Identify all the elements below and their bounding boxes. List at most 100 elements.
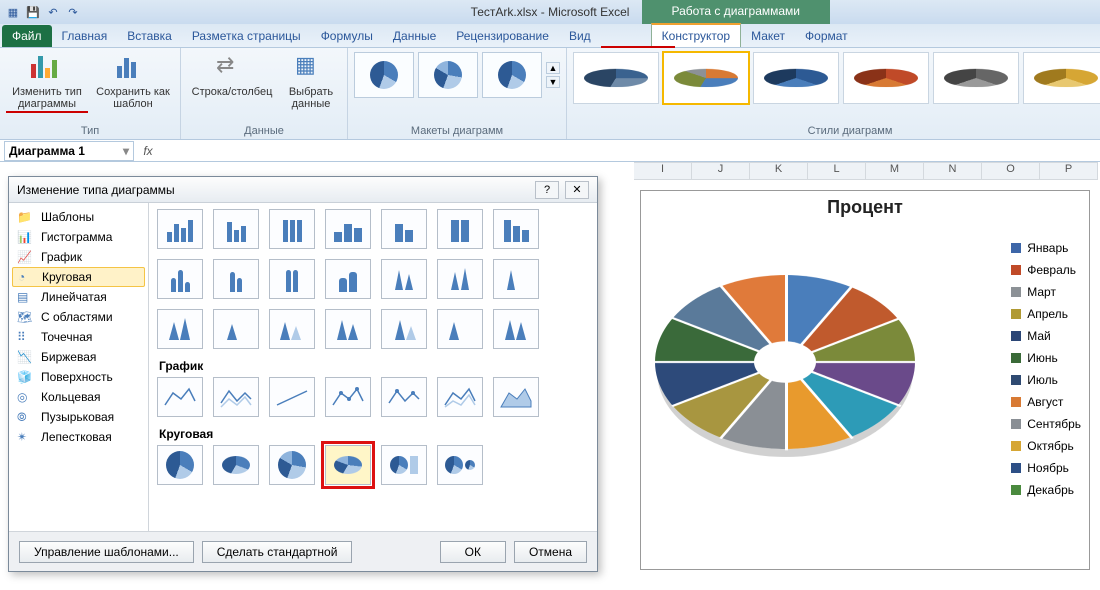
chart-cyl-2[interactable] — [213, 259, 259, 299]
chart-column-1[interactable] — [157, 209, 203, 249]
switch-row-col-button[interactable]: ⇄ Строка/столбец — [187, 52, 277, 110]
col-L[interactable]: L — [808, 162, 866, 180]
category-Шаблоны[interactable]: 📁Шаблоны — [9, 207, 148, 227]
style-thumb-6[interactable] — [1023, 52, 1100, 104]
chart-pie-6[interactable] — [437, 445, 483, 485]
chart-legend[interactable]: ЯнварьФевральМартАпрельМайИюньИюльАвгуст… — [1011, 241, 1081, 505]
tab-page-layout[interactable]: Разметка страницы — [182, 25, 311, 47]
layout-thumb-3[interactable] — [482, 52, 542, 98]
chart-pie-1[interactable] — [157, 445, 203, 485]
chart-cyl-1[interactable] — [157, 259, 203, 299]
category-Пузырьковая[interactable]: ⦾Пузырьковая — [9, 407, 148, 427]
chart-line-4[interactable] — [325, 377, 371, 417]
category-Линейчатая[interactable]: ▤Линейчатая — [9, 287, 148, 307]
chart-cyl-4[interactable] — [325, 259, 371, 299]
tab-data[interactable]: Данные — [383, 25, 446, 47]
undo-icon[interactable]: ↶ — [44, 3, 62, 21]
tab-layout[interactable]: Макет — [741, 25, 795, 47]
col-M[interactable]: M — [866, 162, 924, 180]
legend-item[interactable]: Август — [1011, 395, 1081, 409]
col-P[interactable]: P — [1040, 162, 1098, 180]
legend-item[interactable]: Апрель — [1011, 307, 1081, 321]
chart-pyr-3[interactable] — [269, 309, 315, 349]
chart-pie-2[interactable] — [213, 445, 259, 485]
chart-column-5[interactable] — [381, 209, 427, 249]
chart-column-2[interactable] — [213, 209, 259, 249]
layouts-scroll-down[interactable]: ▼ — [546, 76, 560, 88]
category-Гистограмма[interactable]: 📊Гистограмма — [9, 227, 148, 247]
col-N[interactable]: N — [924, 162, 982, 180]
close-button[interactable]: ✕ — [565, 181, 589, 199]
legend-item[interactable]: Сентябрь — [1011, 417, 1081, 431]
style-thumb-5[interactable] — [933, 52, 1019, 104]
chart-cone-1[interactable] — [381, 259, 427, 299]
legend-item[interactable]: Ноябрь — [1011, 461, 1081, 475]
chart-line-7[interactable] — [493, 377, 539, 417]
chart-cone-2[interactable] — [437, 259, 483, 299]
tab-formulas[interactable]: Формулы — [311, 25, 383, 47]
chart-pyr-5[interactable] — [381, 309, 427, 349]
chart-pyr-7[interactable] — [493, 309, 539, 349]
tab-insert[interactable]: Вставка — [117, 25, 182, 47]
legend-item[interactable]: Июнь — [1011, 351, 1081, 365]
select-data-button[interactable]: ▦ Выбрать данные — [281, 52, 341, 110]
tab-view[interactable]: Вид — [559, 25, 601, 47]
chart-pyr-2[interactable] — [213, 309, 259, 349]
tab-design[interactable]: Конструктор — [651, 23, 741, 47]
category-С областями[interactable]: 🗺С областями — [9, 307, 148, 327]
chart-line-5[interactable] — [381, 377, 427, 417]
chart-column-4[interactable] — [325, 209, 371, 249]
chart-pie-4-selected[interactable] — [325, 445, 371, 485]
category-Поверхность[interactable]: 🧊Поверхность — [9, 367, 148, 387]
chart-column-3[interactable] — [269, 209, 315, 249]
save-icon[interactable]: 💾 — [24, 3, 42, 21]
category-Биржевая[interactable]: 📉Биржевая — [9, 347, 148, 367]
category-График[interactable]: 📈График — [9, 247, 148, 267]
col-I[interactable]: I — [634, 162, 692, 180]
category-Точечная[interactable]: ⠿Точечная — [9, 327, 148, 347]
pie-chart[interactable] — [655, 232, 935, 512]
style-thumb-1[interactable] — [573, 52, 659, 104]
chart-pie-5[interactable] — [381, 445, 427, 485]
save-as-template-button[interactable]: Сохранить как шаблон — [92, 52, 174, 113]
chart-line-2[interactable] — [213, 377, 259, 417]
layouts-scroll-up[interactable]: ▲ — [546, 62, 560, 74]
chart-pyr-1[interactable] — [157, 309, 203, 349]
category-Круговая[interactable]: ◔Круговая — [12, 267, 145, 287]
ok-button[interactable]: ОК — [440, 541, 506, 563]
tab-format[interactable]: Формат — [795, 25, 858, 47]
chart-cyl-3[interactable] — [269, 259, 315, 299]
col-J[interactable]: J — [692, 162, 750, 180]
layout-thumb-1[interactable] — [354, 52, 414, 98]
chart-gallery[interactable]: График Круговая — [149, 203, 597, 531]
legend-item[interactable]: Февраль — [1011, 263, 1081, 277]
chart-line-1[interactable] — [157, 377, 203, 417]
chart-line-6[interactable] — [437, 377, 483, 417]
make-default-button[interactable]: Сделать стандартной — [202, 541, 353, 563]
chart-cone-3[interactable] — [493, 259, 539, 299]
chart-pie-3[interactable] — [269, 445, 315, 485]
tab-file[interactable]: Файл — [2, 25, 52, 47]
legend-item[interactable]: Июль — [1011, 373, 1081, 387]
category-Лепестковая[interactable]: ✴Лепестковая — [9, 427, 148, 447]
category-Кольцевая[interactable]: ◎Кольцевая — [9, 387, 148, 407]
chart-column-6[interactable] — [437, 209, 483, 249]
legend-item[interactable]: Январь — [1011, 241, 1081, 255]
layout-thumb-2[interactable] — [418, 52, 478, 98]
help-button[interactable]: ? — [535, 181, 559, 199]
dropdown-icon[interactable]: ▾ — [123, 144, 129, 158]
chart-title[interactable]: Процент — [641, 197, 1089, 218]
col-O[interactable]: O — [982, 162, 1040, 180]
style-thumb-4[interactable] — [843, 52, 929, 104]
legend-item[interactable]: Май — [1011, 329, 1081, 343]
cancel-button[interactable]: Отмена — [514, 541, 587, 563]
tab-home[interactable]: Главная — [52, 25, 118, 47]
manage-templates-button[interactable]: Управление шаблонами... — [19, 541, 194, 563]
legend-item[interactable]: Октябрь — [1011, 439, 1081, 453]
legend-item[interactable]: Декабрь — [1011, 483, 1081, 497]
chart-line-3[interactable] — [269, 377, 315, 417]
style-thumb-3[interactable] — [753, 52, 839, 104]
fx-icon[interactable]: fx — [138, 144, 158, 158]
change-chart-type-button[interactable]: Изменить тип диаграммы — [6, 52, 88, 113]
redo-icon[interactable]: ↷ — [64, 3, 82, 21]
